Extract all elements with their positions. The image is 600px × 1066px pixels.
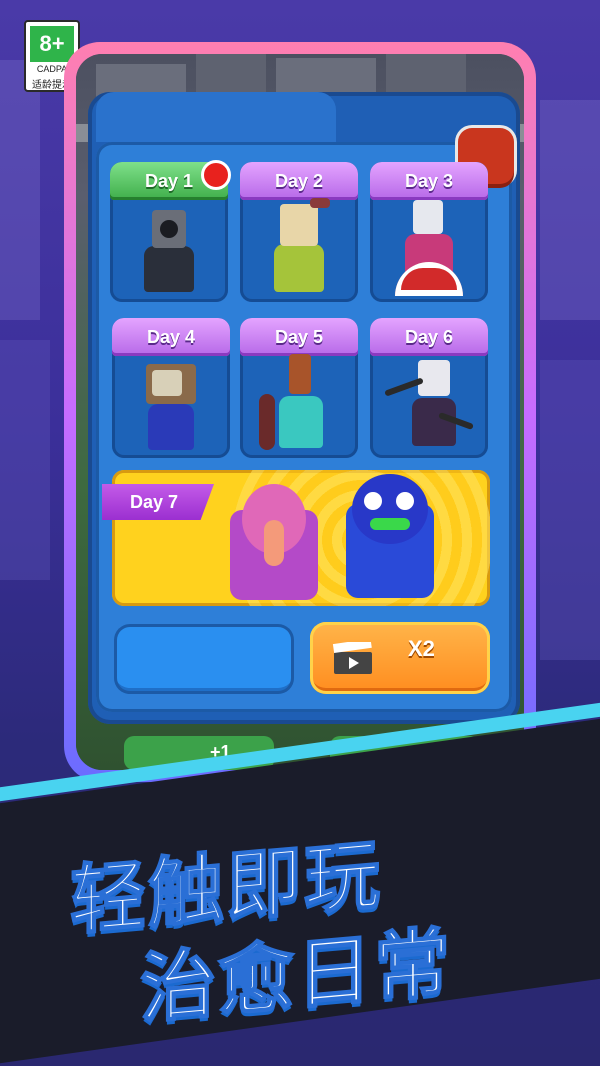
day-card-2[interactable]: Day 2 <box>240 162 358 302</box>
day-card-label: Day 4 <box>112 318 230 356</box>
notification-dot <box>201 160 231 190</box>
camera-head-figure <box>134 204 204 294</box>
clapperboard-icon <box>332 638 374 676</box>
watch-ad-double-button[interactable]: X2 <box>310 622 490 694</box>
background-building <box>540 100 600 320</box>
background-building <box>540 360 600 660</box>
day-7-label: Day 7 <box>102 484 214 520</box>
spider-tv-figure <box>384 354 474 450</box>
day-card-label: Day 6 <box>370 318 488 356</box>
day-card-6[interactable]: Day 6 <box>370 318 488 458</box>
multiplier-label: X2 <box>408 636 435 661</box>
claim-button[interactable] <box>114 624 294 694</box>
background-building <box>0 60 40 320</box>
day-card-5[interactable]: Day 5 <box>240 318 358 458</box>
camera-hero-figure <box>389 198 469 296</box>
day-card-label: Day 5 <box>240 318 358 356</box>
speaker-head-figure <box>259 354 339 450</box>
box-head-figure <box>264 198 334 294</box>
toilet-bird-figure <box>224 480 324 600</box>
day-card-3[interactable]: Day 3 <box>370 162 488 302</box>
age-rating-value: 8+ <box>30 26 74 62</box>
day-card-4[interactable]: Day 4 <box>112 318 230 458</box>
background-building <box>0 340 50 580</box>
day-card-label: Day 2 <box>240 162 358 200</box>
tv-head-figure <box>136 358 206 450</box>
dialog-header-tab <box>96 92 336 142</box>
day-card-label: Day 3 <box>370 162 488 200</box>
toilet-monster-figure <box>340 474 440 600</box>
